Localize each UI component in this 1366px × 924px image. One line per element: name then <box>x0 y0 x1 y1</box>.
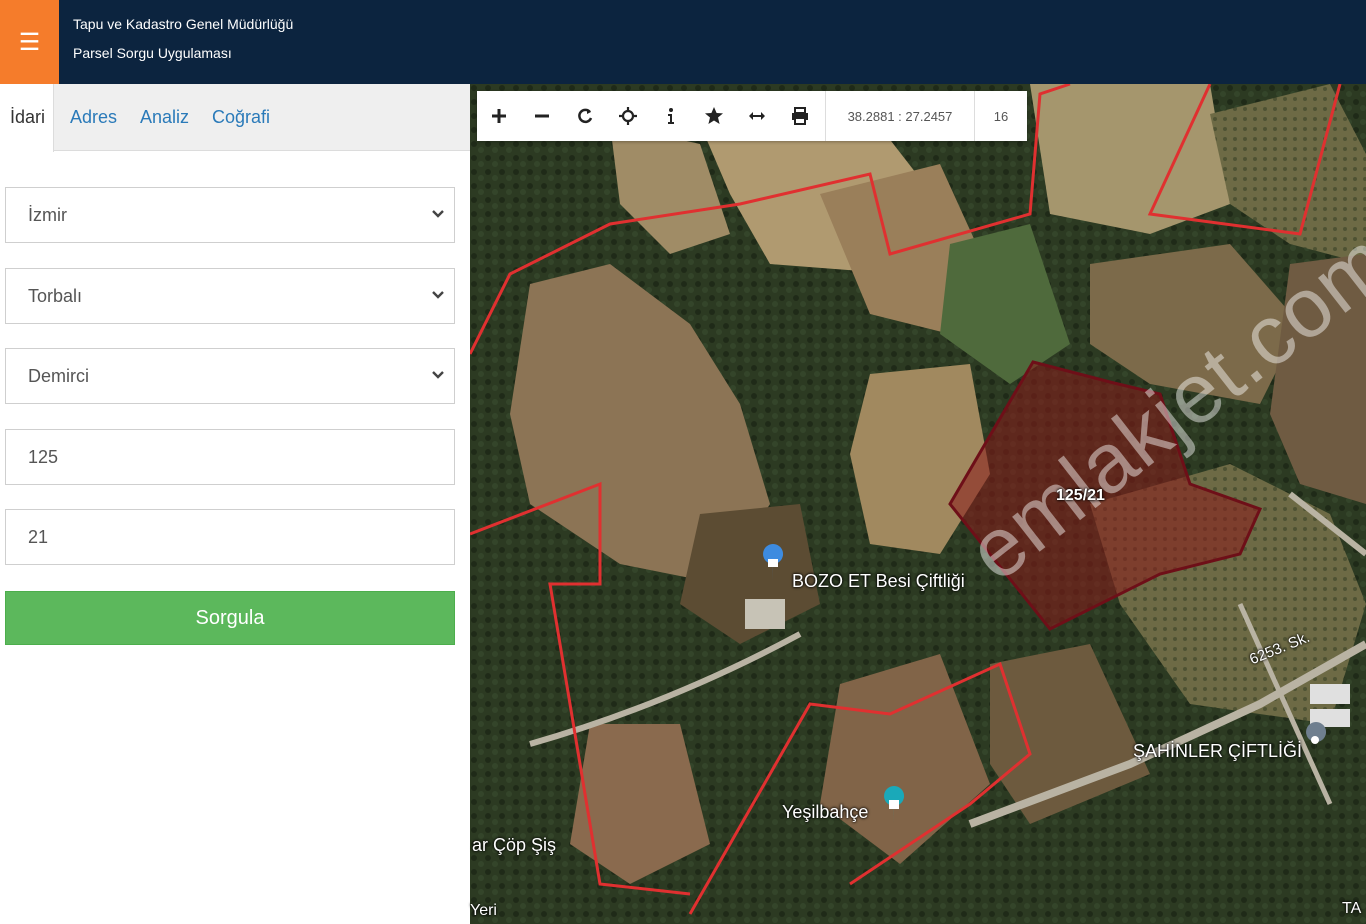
tab-idari[interactable]: İdari <box>0 84 54 152</box>
zoom-in-button[interactable] <box>477 91 520 141</box>
measure-button[interactable] <box>735 91 778 141</box>
ilce-select-value: Torbalı <box>28 285 83 306</box>
place-label-eri: Yeri <box>470 902 497 919</box>
chevron-down-icon <box>432 210 444 218</box>
place-label-farm[interactable]: BOZO ET Besi Çiftliği <box>792 571 965 592</box>
favorite-button[interactable] <box>692 91 735 141</box>
place-label-sahinler[interactable]: ŞAHİNLER ÇİFTLİĞİ <box>1133 741 1302 762</box>
tab-analiz[interactable]: Analiz <box>140 84 189 151</box>
ilce-select[interactable]: Torbalı <box>5 268 455 324</box>
info-button[interactable] <box>649 91 692 141</box>
place-label-cop[interactable]: ar Çöp Şiş <box>472 835 556 856</box>
locate-icon <box>618 107 637 125</box>
il-select[interactable]: İzmir <box>5 187 455 243</box>
top-header: ☰ Tapu ve Kadastro Genel Müdürlüğü Parse… <box>0 0 1366 84</box>
chevron-down-icon <box>432 371 444 379</box>
parsel-input-value: 21 <box>28 526 49 547</box>
map-view[interactable]: emlakjet.com <box>470 84 1366 924</box>
refresh-button[interactable] <box>563 91 606 141</box>
zoom-in-icon <box>491 109 506 123</box>
tab-bar: İdari Adres Analiz Coğrafi <box>0 84 470 152</box>
print-button[interactable] <box>778 91 821 141</box>
measure-icon <box>748 112 765 120</box>
place-label-village[interactable]: Yeşilbahçe <box>782 802 868 823</box>
locate-button[interactable] <box>606 91 649 141</box>
chevron-down-icon <box>432 291 444 299</box>
parsel-input[interactable]: 21 <box>5 509 455 565</box>
query-panel: İdari Adres Analiz Coğrafi İzmir Torbalı… <box>0 84 470 924</box>
ada-input[interactable]: 125 <box>5 429 455 485</box>
star-icon <box>704 107 723 124</box>
parcel-label[interactable]: 125/21 <box>1056 487 1105 505</box>
refresh-icon <box>577 108 592 124</box>
info-icon <box>667 108 674 124</box>
ada-input-value: 125 <box>28 446 59 467</box>
mahalle-select[interactable]: Demirci <box>5 348 455 404</box>
satellite-map[interactable] <box>470 84 1366 924</box>
map-toolbar: 38.2881 : 27.2457 16 <box>477 91 1027 141</box>
org-title: Tapu ve Kadastro Genel Müdürlüğü <box>73 16 294 32</box>
zoom-level-display: 16 <box>993 108 1009 124</box>
place-label-ta: TA <box>1342 900 1362 917</box>
mahalle-select-value: Demirci <box>28 365 89 386</box>
zoom-out-button[interactable] <box>520 91 563 141</box>
hamburger-menu-button[interactable]: ☰ <box>0 0 59 84</box>
tab-cografi[interactable]: Coğrafi <box>212 84 270 151</box>
zoom-out-icon <box>534 114 549 118</box>
sorgula-button[interactable]: Sorgula <box>5 591 455 645</box>
app-title: Parsel Sorgu Uygulaması <box>73 45 232 61</box>
coordinate-display: 38.2881 : 27.2457 <box>825 91 975 141</box>
print-icon <box>791 107 808 125</box>
hamburger-icon: ☰ <box>18 28 41 56</box>
tab-adres[interactable]: Adres <box>70 84 117 151</box>
il-select-value: İzmir <box>28 204 67 225</box>
